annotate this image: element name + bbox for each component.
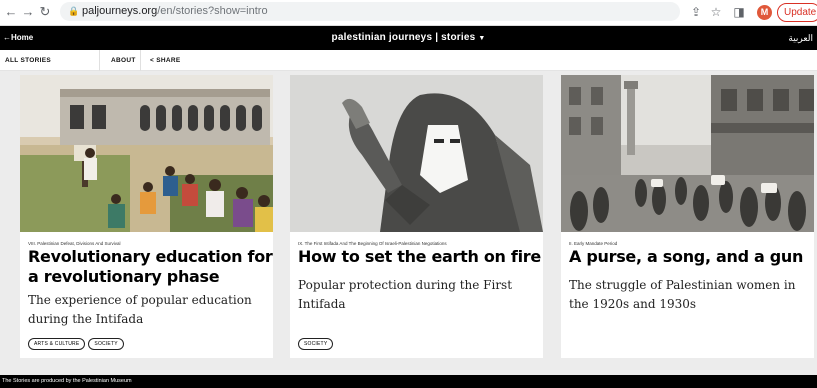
forward-arrow-icon[interactable]: →	[20, 4, 36, 20]
share-page-icon[interactable]: ⇪	[688, 4, 704, 20]
sub-navigation: ALL STORIES ABOUT < SHARE	[0, 50, 817, 71]
site-header: ←Home palestinian journeys | stories ▼ ا…	[0, 26, 817, 50]
site-footer: The Stories are produced by the Palestin…	[0, 375, 817, 388]
share-label: SHARE	[156, 57, 181, 64]
divider	[140, 50, 141, 71]
story-photo-masked-figure[interactable]	[290, 75, 543, 232]
story-card[interactable]: VIII. Palestinian Defeat, Divisions And …	[20, 75, 273, 358]
bookmark-star-icon[interactable]: ☆	[708, 4, 724, 20]
tag-list: ARTS & CULTURE SOCIETY	[28, 338, 124, 350]
url-host: paljourneys.org	[82, 5, 158, 17]
address-bar[interactable]: 🔒 paljourneys.org/en/stories?show=intro	[60, 2, 680, 21]
url-path: /en/stories?show=intro	[157, 5, 268, 17]
tag-society[interactable]: SOCIETY	[88, 338, 124, 350]
reload-icon[interactable]: ↻	[37, 4, 53, 20]
sidebar-panel-icon[interactable]: ◨	[731, 4, 747, 20]
story-period: IX. The First Intifada And The Beginning…	[298, 241, 447, 246]
story-card[interactable]: II. Early Mandate Period A purse, a song…	[561, 75, 814, 358]
story-subtitle: The struggle of Palestinian women in the…	[569, 278, 796, 311]
story-title[interactable]: How to set the earth on fire	[298, 247, 543, 267]
update-button[interactable]: Update	[777, 3, 817, 22]
story-title[interactable]: A purse, a song, and a gun	[569, 247, 814, 267]
share-button[interactable]: < SHARE	[150, 50, 180, 71]
story-card[interactable]: IX. The First Intifada And The Beginning…	[290, 75, 543, 358]
tag-society[interactable]: SOCIETY	[298, 338, 334, 350]
language-switch[interactable]: العربية	[788, 26, 813, 50]
tag-arts-culture[interactable]: ARTS & CULTURE	[28, 338, 86, 350]
back-arrow-icon[interactable]: ←	[3, 4, 19, 20]
story-title[interactable]: Revolutionary education for a revolution…	[28, 247, 273, 287]
story-period: VIII. Palestinian Defeat, Divisions And …	[28, 241, 121, 246]
site-title-text: palestinian journeys | stories	[331, 32, 476, 43]
story-photo-classroom[interactable]	[20, 75, 273, 232]
story-subtitle: The experience of popular education duri…	[28, 293, 252, 326]
tag-list: SOCIETY	[298, 338, 334, 350]
divider	[99, 50, 100, 71]
site-title-dropdown[interactable]: palestinian journeys | stories ▼	[0, 26, 817, 51]
caret-down-icon: ▼	[478, 35, 486, 42]
all-stories-link[interactable]: ALL STORIES	[5, 50, 51, 71]
browser-toolbar: ← → ↻ 🔒 paljourneys.org/en/stories?show=…	[0, 0, 817, 26]
lock-icon: 🔒	[68, 6, 80, 16]
story-period: II. Early Mandate Period	[569, 241, 618, 246]
profile-avatar[interactable]: M	[757, 5, 772, 20]
share-icon: <	[150, 57, 155, 64]
story-subtitle: Popular protection during the First Inti…	[298, 278, 513, 311]
story-photo-market-street[interactable]	[561, 75, 814, 232]
about-link[interactable]: ABOUT	[111, 50, 136, 71]
